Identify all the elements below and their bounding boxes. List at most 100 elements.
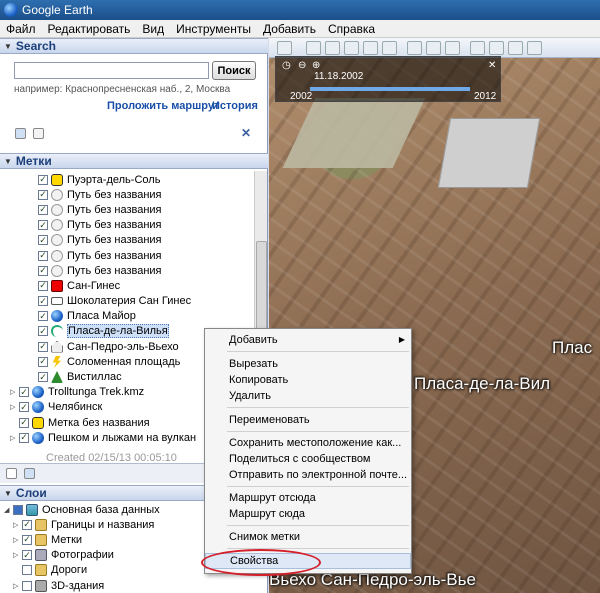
history-link[interactable]: История <box>212 100 258 112</box>
checkbox[interactable]: ✓ <box>38 372 48 383</box>
close-icon[interactable]: ✕ <box>241 126 251 140</box>
list-item[interactable]: ✓ Пласа Майор <box>0 309 254 324</box>
checkbox[interactable]: ✓ <box>38 250 48 261</box>
checkbox[interactable]: ✓ <box>38 311 48 322</box>
menu-item-snapshot[interactable]: Снимок метки <box>205 529 411 545</box>
places-section-header[interactable]: ▼ Метки <box>0 153 268 169</box>
clock-icon[interactable]: ◷ <box>282 60 291 71</box>
list-item[interactable]: ✓ Пуэрта-дель-Соль <box>0 172 254 187</box>
path-icon <box>51 219 63 232</box>
historical-imagery-icon[interactable] <box>407 40 422 55</box>
checkbox[interactable]: ✓ <box>22 519 32 530</box>
list-item[interactable]: ✓ Путь без названия <box>0 218 254 233</box>
panel-toggle-icon[interactable] <box>24 468 35 479</box>
search-section-header[interactable]: ▼ Search <box>0 38 268 54</box>
checkbox[interactable]: ✓ <box>22 534 32 545</box>
expand-triangle-icon[interactable]: ▷ <box>13 582 22 590</box>
add-folder-icon[interactable] <box>15 128 26 139</box>
save-image-icon[interactable] <box>527 40 542 55</box>
search-input[interactable] <box>14 62 209 79</box>
path-icon <box>51 234 63 247</box>
checkbox[interactable]: ✓ <box>38 265 48 276</box>
menu-item-delete[interactable]: Удалить <box>205 388 411 404</box>
timeline-slider[interactable] <box>310 87 470 91</box>
placemark-icon[interactable] <box>306 40 321 55</box>
search-icon[interactable] <box>6 468 17 479</box>
checkbox[interactable]: ✓ <box>38 296 48 307</box>
shop-icon <box>51 297 63 306</box>
checkbox[interactable]: ✓ <box>38 235 48 246</box>
expand-triangle-icon[interactable]: ▷ <box>10 434 19 442</box>
menu-item-route-from[interactable]: Маршрут отсюда <box>205 490 411 506</box>
search-button[interactable]: Поиск <box>212 61 256 80</box>
menu-edit[interactable]: Редактировать <box>42 22 137 36</box>
checkbox[interactable]: ✓ <box>22 550 32 561</box>
ruler-icon[interactable] <box>470 40 485 55</box>
menu-tools[interactable]: Инструменты <box>170 22 257 36</box>
checkbox[interactable]: ✓ <box>38 356 48 367</box>
checkbox[interactable]: ✓ <box>38 326 48 337</box>
print-icon[interactable] <box>508 40 523 55</box>
email-icon[interactable] <box>489 40 504 55</box>
checkbox[interactable]: ✓ <box>38 280 48 291</box>
checkbox[interactable]: ✓ <box>19 417 29 428</box>
collapse-triangle-icon[interactable]: ◢ <box>4 506 13 514</box>
checkbox[interactable]: ✓ <box>19 402 29 413</box>
collapse-triangle-icon[interactable]: ▼ <box>4 489 12 498</box>
checkbox[interactable] <box>22 580 32 591</box>
expand-triangle-icon[interactable]: ▷ <box>10 388 19 396</box>
collapse-triangle-icon[interactable]: ▼ <box>4 157 12 166</box>
polygon-icon[interactable] <box>325 40 340 55</box>
menu-add[interactable]: Добавить <box>257 22 322 36</box>
collapse-triangle-icon[interactable]: ▼ <box>4 42 12 51</box>
menu-help[interactable]: Справка <box>322 22 381 36</box>
menu-view[interactable]: Вид <box>136 22 170 36</box>
sun-icon[interactable] <box>426 40 441 55</box>
path-tool-icon[interactable] <box>344 40 359 55</box>
checkbox[interactable]: ✓ <box>38 174 48 185</box>
historical-timeline[interactable]: ◷ ⊖ ⊕ ✕ 11.18.2002 2002 2012 <box>275 56 501 102</box>
list-item-label: Пуэрта-дель-Соль <box>67 173 161 186</box>
menu-item-save-location[interactable]: Сохранить местоположение как... <box>205 435 411 451</box>
menu-item-add[interactable]: Добавить ▶ <box>205 332 411 348</box>
list-item[interactable]: ✓ Путь без названия <box>0 233 254 248</box>
checkbox[interactable]: ✓ <box>38 204 48 215</box>
checkbox[interactable]: ✓ <box>19 387 29 398</box>
checkbox[interactable]: ✓ <box>19 432 29 443</box>
route-link[interactable]: Проложить маршрут <box>107 100 219 112</box>
expand-triangle-icon[interactable]: ▷ <box>13 521 22 529</box>
menu-item-share[interactable]: Поделиться с сообществом <box>205 451 411 467</box>
checkbox[interactable]: ✓ <box>38 220 48 231</box>
sidebar-toggle-icon[interactable] <box>277 40 292 55</box>
expand-triangle-icon[interactable]: ▷ <box>13 536 22 544</box>
menu-item-email[interactable]: Отправить по электронной почте... <box>205 467 411 483</box>
map-toolbar <box>269 38 600 58</box>
checkbox[interactable]: ✓ <box>38 341 48 352</box>
list-item[interactable]: ✓ Путь без названия <box>0 202 254 217</box>
list-item[interactable]: ▷ 3D-здания <box>0 578 254 593</box>
planet-icon[interactable] <box>445 40 460 55</box>
list-item[interactable]: ✓ Путь без названия <box>0 248 254 263</box>
tour-icon[interactable] <box>382 40 397 55</box>
checkbox[interactable] <box>13 504 23 515</box>
menu-item-copy[interactable]: Копировать <box>205 372 411 388</box>
close-icon[interactable]: ✕ <box>488 60 496 71</box>
list-item[interactable]: ✓ Шоколатерия Сан Гинес <box>0 294 254 309</box>
menu-item-cut[interactable]: Вырезать <box>205 356 411 372</box>
clipboard-icon[interactable] <box>33 128 44 139</box>
overlay-icon[interactable] <box>363 40 378 55</box>
map-label[interactable]: Пласа-де-ла-Вил <box>414 374 550 394</box>
menu-item-rename[interactable]: Переименовать <box>205 412 411 428</box>
menu-item-route-to[interactable]: Маршрут сюда <box>205 506 411 522</box>
map-label[interactable]: Плас <box>552 338 592 358</box>
zoom-in-icon[interactable]: ⊕ <box>312 60 320 71</box>
expand-triangle-icon[interactable]: ▷ <box>13 551 22 559</box>
checkbox[interactable]: ✓ <box>38 189 48 200</box>
list-item[interactable]: ✓ Путь без названия <box>0 187 254 202</box>
menu-file[interactable]: Файл <box>0 22 42 36</box>
checkbox[interactable] <box>22 565 32 576</box>
expand-triangle-icon[interactable]: ▷ <box>10 403 19 411</box>
zoom-out-icon[interactable]: ⊖ <box>298 60 306 71</box>
list-item[interactable]: ✓ Путь без названия <box>0 263 254 278</box>
list-item[interactable]: ✓ Сан-Гинес <box>0 278 254 293</box>
